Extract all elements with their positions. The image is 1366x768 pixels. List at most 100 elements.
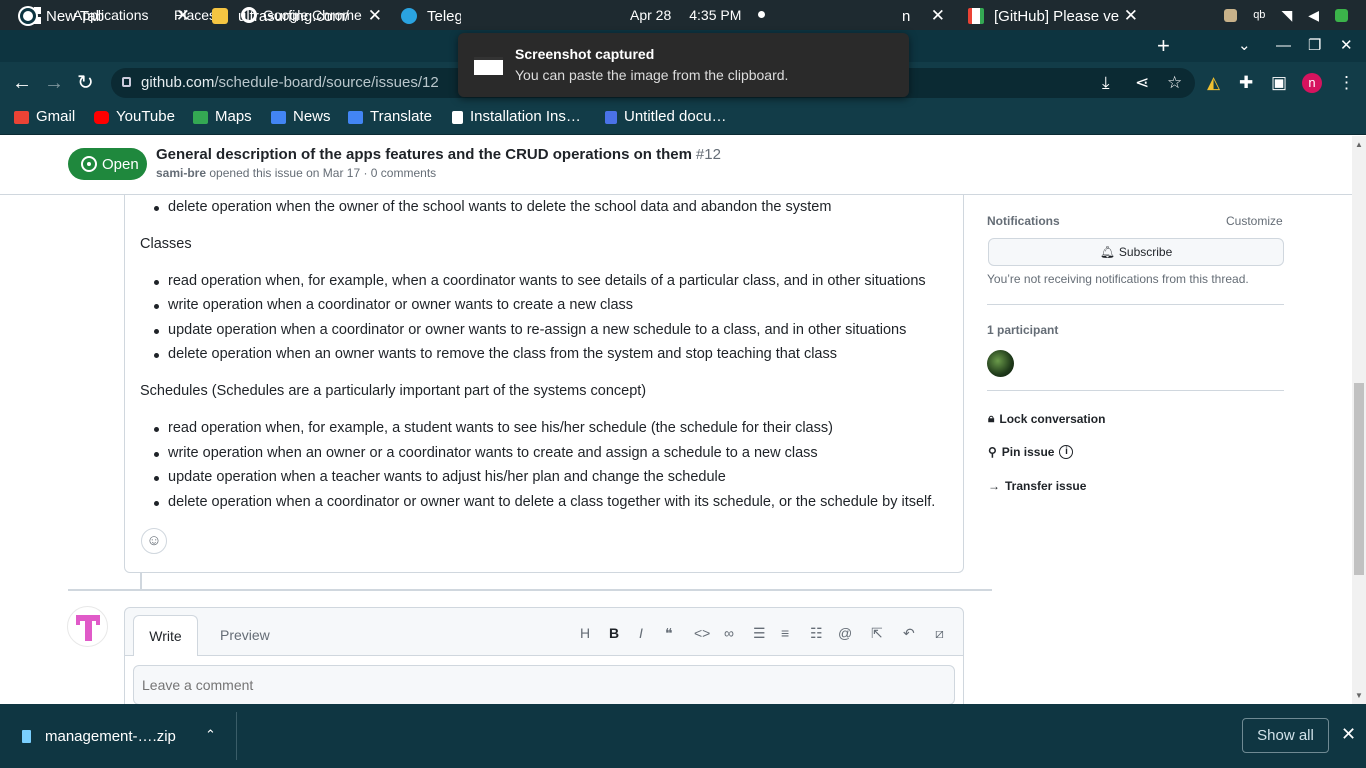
download-separator	[236, 712, 237, 760]
section-heading-schedules: Schedules (Schedules are a particularly …	[140, 383, 647, 399]
back-arrow-icon[interactable]: ←	[12, 62, 32, 104]
list-item: write operation when a coordinator or ow…	[153, 297, 634, 313]
cross-reference-icon[interactable]: ⇱	[871, 625, 883, 642]
sidebar-divider	[987, 390, 1284, 391]
bookmark-label: Untitled docu…	[624, 108, 727, 125]
participants-heading: 1 participant	[987, 323, 1059, 337]
maximize-icon[interactable]: ❐	[1308, 30, 1321, 62]
extension-icon[interactable]: ◭	[1207, 62, 1220, 104]
chevron-up-icon[interactable]: ⌃	[205, 727, 216, 743]
wifi-icon[interactable]: ◥	[1281, 7, 1292, 24]
install-icon[interactable]: ⤓	[1102, 62, 1110, 104]
side-panel-icon[interactable]: ▣	[1271, 62, 1287, 104]
slash-command-icon[interactable]: ⧄	[935, 625, 944, 642]
pin-issue-label: Pin issue	[1001, 445, 1055, 459]
minimize-icon[interactable]: —	[1276, 30, 1291, 62]
share-icon[interactable]: ⋖	[1135, 62, 1149, 104]
tray-qb-label[interactable]: qb	[1253, 9, 1265, 21]
italic-icon[interactable]: I	[639, 625, 643, 641]
close-window-icon[interactable]: ✕	[1340, 30, 1353, 62]
tab-new-tab[interactable]: New Tab ✕	[0, 0, 200, 32]
comment-textarea[interactable]	[133, 665, 955, 704]
bookmark-star-icon[interactable]: ☆	[1167, 62, 1182, 104]
bookmark-untitled-doc[interactable]: Untitled docu…	[605, 104, 727, 130]
quote-icon[interactable]: ❝	[665, 625, 673, 642]
bookmark-label: News	[293, 108, 331, 125]
tab-search-icon[interactable]: ⌄	[1238, 30, 1251, 62]
volume-icon[interactable]: ◀	[1308, 7, 1319, 24]
bold-icon[interactable]: B	[609, 625, 619, 641]
list-item: delete operation when the owner of the s…	[153, 199, 832, 215]
url-path: /schedule-board/source/issues/12	[214, 74, 439, 91]
numbered-list-icon[interactable]: ≡	[781, 625, 789, 641]
tray-app-icon[interactable]	[1224, 8, 1238, 22]
youtube-icon	[94, 110, 109, 124]
scroll-up-icon[interactable]: ▲	[1355, 140, 1363, 149]
zip-file-icon	[22, 729, 31, 743]
reload-icon[interactable]: ↻	[77, 62, 94, 104]
clock[interactable]: Apr 28 4:35 PM	[630, 0, 741, 30]
download-item[interactable]: management-….zip	[22, 704, 176, 768]
system-tray[interactable]: qb ◥ ◀	[1224, 0, 1348, 30]
bookmark-label: YouTube	[116, 108, 175, 125]
bookmark-installation[interactable]: Installation Ins…	[452, 104, 581, 130]
participant-avatar[interactable]	[987, 350, 1014, 377]
tab-close-icon[interactable]: ✕	[1124, 6, 1138, 26]
issue-sticky-header: Open General description of the apps fea…	[0, 136, 1352, 195]
chrome-menu-icon[interactable]: ⋮	[1338, 62, 1355, 104]
tab-github-email[interactable]: [GitHub] Please ve ✕	[948, 0, 1148, 32]
add-reaction-smiley-icon[interactable]: ☺	[141, 528, 167, 554]
tab-telegram[interactable]: Teleg	[381, 0, 461, 32]
link-icon[interactable]: ∞	[724, 625, 734, 641]
user-avatar[interactable]	[67, 606, 108, 647]
translate-icon	[348, 110, 363, 124]
bulleted-list-icon[interactable]: ☰	[753, 625, 766, 642]
tab-ultrasurfing[interactable]: ultrasurfing.com/ ✕	[192, 0, 392, 32]
issue-title: General description of the apps features…	[156, 146, 721, 163]
tab-hidden[interactable]: n ✕	[885, 0, 955, 32]
transfer-issue-link[interactable]: → Transfer issue	[988, 479, 1086, 493]
bookmark-youtube[interactable]: YouTube	[94, 104, 175, 130]
scrollbar-thumb[interactable]	[1354, 383, 1364, 575]
reply-icon[interactable]: ↶	[903, 625, 915, 642]
tab-close-icon[interactable]: ✕	[368, 6, 382, 26]
arrow-right-icon: →	[988, 479, 1000, 493]
forward-arrow-icon[interactable]: →	[44, 62, 64, 104]
code-icon[interactable]: <>	[694, 625, 710, 641]
subscribe-button[interactable]: 🔔︎ Subscribe	[988, 238, 1284, 266]
notifications-heading: Notifications	[987, 214, 1060, 228]
bookmark-translate[interactable]: Translate	[348, 104, 432, 130]
extensions-puzzle-icon[interactable]: ✚	[1239, 62, 1253, 104]
screenshot-notification[interactable]: Screenshot captured You can paste the im…	[458, 33, 909, 97]
profile-avatar[interactable]: n	[1302, 73, 1322, 93]
list-item: update operation when a teacher wants to…	[154, 469, 726, 485]
tab-preview[interactable]: Preview	[220, 627, 270, 643]
mention-icon[interactable]: @	[838, 625, 852, 641]
tab-close-icon[interactable]: ✕	[176, 6, 190, 26]
lock-conversation-link[interactable]: 🔒︎ Lock conversation	[988, 411, 1105, 426]
notification-message: You can paste the image from the clipboa…	[515, 67, 789, 83]
task-list-icon[interactable]: ☷	[810, 625, 823, 642]
clock-date: Apr 28	[630, 7, 672, 23]
tab-close-icon[interactable]: ✕	[931, 6, 945, 26]
battery-icon[interactable]	[1335, 8, 1348, 22]
new-tab-button[interactable]: +	[1157, 30, 1170, 62]
tab-write[interactable]: Write	[133, 615, 198, 656]
show-all-button[interactable]: Show all	[1242, 718, 1329, 753]
scroll-down-icon[interactable]: ▼	[1355, 691, 1363, 700]
bookmark-maps[interactable]: Maps	[193, 104, 252, 130]
close-shelf-icon[interactable]: ✕	[1341, 724, 1356, 745]
google-docs-icon	[605, 110, 617, 124]
screenshot-thumbnail	[474, 57, 503, 75]
info-icon[interactable]: i	[1059, 445, 1074, 459]
pin-issue-link[interactable]: ⚲ Pin issue i	[988, 445, 1074, 459]
list-item: write operation when an owner or a coord…	[154, 445, 818, 461]
bookmark-gmail[interactable]: Gmail	[14, 104, 75, 130]
url-host: github.com	[141, 74, 215, 91]
issue-author-link[interactable]: sami-bre	[156, 166, 206, 180]
heading-icon[interactable]: H	[580, 625, 590, 641]
customize-link[interactable]: Customize	[1226, 214, 1283, 228]
timeline-connector	[140, 573, 142, 590]
bookmark-news[interactable]: News	[271, 104, 331, 130]
issue-state-label: Open	[102, 155, 139, 173]
